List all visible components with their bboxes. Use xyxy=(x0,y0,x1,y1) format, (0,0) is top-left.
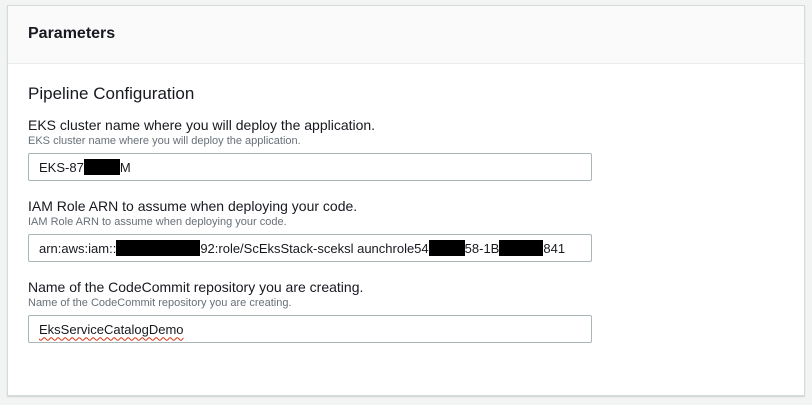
input-value-part: EKS-87 xyxy=(39,159,84,175)
input-value-part: 841 xyxy=(543,240,566,256)
input-value-part: M xyxy=(119,159,131,175)
parameters-panel: Parameters Pipeline Configuration EKS cl… xyxy=(7,5,805,396)
redacted-block xyxy=(428,240,465,256)
section-title: Pipeline Configuration xyxy=(28,84,195,103)
iam-role-field: IAM Role ARN to assume when deploying yo… xyxy=(28,197,804,262)
field-label: IAM Role ARN to assume when deploying yo… xyxy=(28,198,358,214)
field-label: EKS cluster name where you will deploy t… xyxy=(28,117,376,133)
input-value: EksServiceCatalogDemo xyxy=(39,321,184,337)
input-value-part: arn:aws:iam:: xyxy=(39,240,117,256)
panel-body: Pipeline Configuration EKS cluster name … xyxy=(8,64,804,343)
eks-cluster-field: EKS cluster name where you will deploy t… xyxy=(28,116,804,181)
panel-title: Parameters xyxy=(28,25,116,42)
field-label: Name of the CodeCommit repository you ar… xyxy=(28,279,364,295)
field-description: Name of the CodeCommit repository you ar… xyxy=(28,297,292,309)
field-description: EKS cluster name where you will deploy t… xyxy=(28,135,301,147)
field-description: IAM Role ARN to assume when deploying yo… xyxy=(28,216,287,228)
panel-header: Parameters xyxy=(8,6,804,64)
input-value-part: 92:role/ScEksStack-sceksl aunchrole54 xyxy=(200,240,429,256)
redacted-block xyxy=(116,240,201,256)
eks-cluster-name-input[interactable]: EKS-87 M xyxy=(28,153,592,181)
iam-role-arn-input[interactable]: arn:aws:iam:: 92:role/ScEksStack-sceksl a… xyxy=(28,234,592,262)
codecommit-repository-input[interactable]: EksServiceCatalogDemo xyxy=(28,315,592,343)
input-value-part: 58-1B xyxy=(464,240,500,256)
codecommit-repo-field: Name of the CodeCommit repository you ar… xyxy=(28,278,804,343)
redacted-block xyxy=(499,240,544,256)
redacted-block xyxy=(83,159,120,175)
